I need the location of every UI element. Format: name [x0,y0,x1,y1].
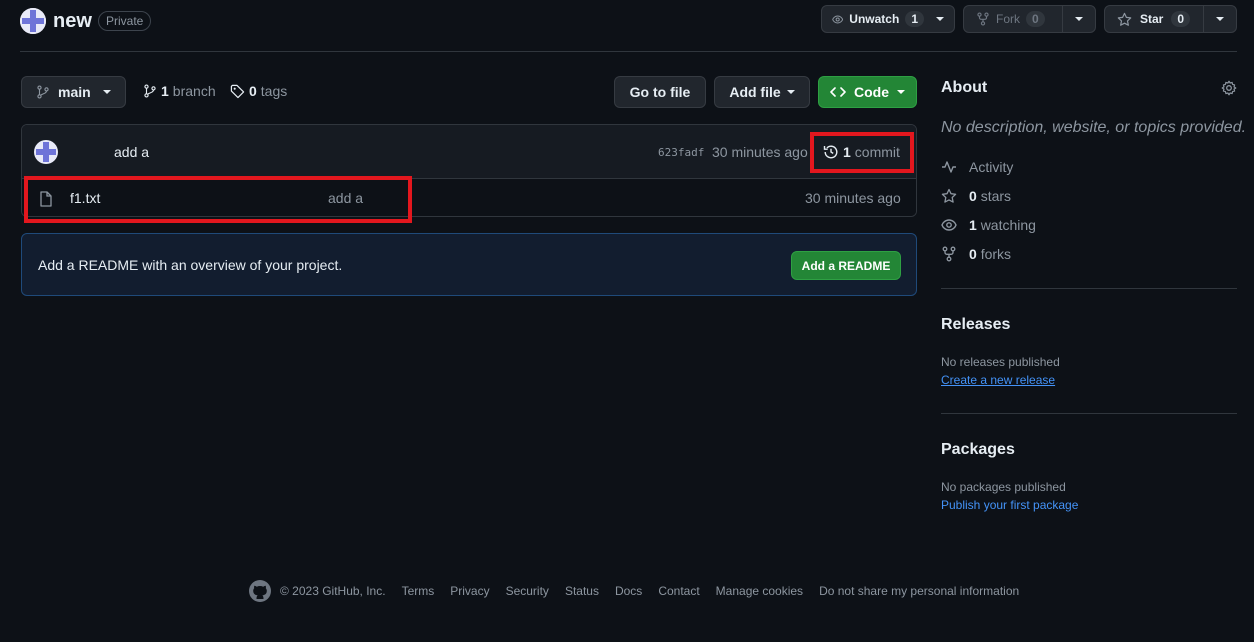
table-row[interactable]: f1.txt add a 30 minutes ago [22,179,916,216]
gear-icon[interactable] [1221,80,1237,96]
star-count: 0 [1171,11,1191,27]
watching-count: 1 [969,217,977,233]
pulse-icon [942,161,956,173]
latest-commit-row: add a 623fadf 30 minutes ago 1 commit [22,125,916,179]
packages-title[interactable]: Packages [941,441,1015,459]
publish-package-link[interactable]: Publish your first package [941,498,1078,512]
commit-hash[interactable]: 623fadf [658,146,704,159]
watch-count: 1 [905,11,924,27]
file-list-box: add a 623fadf 30 minutes ago 1 commit f1… [21,124,917,217]
branch-icon [144,84,156,98]
fork-icon [942,246,956,262]
fork-label: Fork [996,12,1020,26]
visibility-badge: Private [98,11,152,31]
footer-link-status[interactable]: Status [565,584,599,598]
tag-count: 0 [249,83,257,99]
identicon-icon [20,8,46,34]
tags-link[interactable]: 0 tags [230,83,287,99]
footer-link-terms[interactable]: Terms [402,584,435,598]
code-button[interactable]: Code [818,76,917,108]
code-icon [830,87,846,97]
branch-text: branch [172,83,216,99]
create-release-link[interactable]: Create a new release [941,373,1055,387]
file-icon [40,191,52,207]
footer-copyright: © 2023 GitHub, Inc. [280,584,386,598]
tag-icon [230,84,245,98]
star-icon [941,188,957,203]
commit-count: 1 [843,144,851,160]
latest-commit-message[interactable]: add a [114,144,149,160]
commits-link[interactable]: 1 commit [823,144,900,160]
history-icon [823,145,838,159]
add-readme-button[interactable]: Add a README [791,251,901,280]
eye-icon [832,14,844,24]
code-label: Code [854,84,889,100]
latest-commit-time: 30 minutes ago [712,144,808,160]
unwatch-label: Unwatch [849,12,900,26]
star-label: Star [1140,12,1164,26]
about-description: No description, website, or topics provi… [941,119,1247,136]
branches-link[interactable]: 1 branch [143,83,216,99]
star-button[interactable]: Star 0 [1104,5,1204,33]
footer-link-security[interactable]: Security [506,584,549,598]
file-commit-time: 30 minutes ago [805,190,901,206]
footer-link-privacy[interactable]: Privacy [450,584,489,598]
committer-avatar[interactable] [34,140,58,164]
commit-text: commit [854,144,900,160]
chevron-down-icon [786,90,795,94]
activity-link[interactable]: Activity [941,159,1013,175]
identicon-icon [34,140,58,164]
sidebar-divider [941,288,1237,289]
chevron-down-icon [897,90,905,94]
add-file-label: Add file [729,84,781,100]
branch-icon [37,85,49,99]
readme-banner: Add a README with an overview of your pr… [21,233,917,296]
watching-text: watching [980,217,1036,233]
star-icon [1117,12,1132,26]
star-dropdown-button[interactable] [1203,5,1237,33]
footer: © 2023 GitHub, Inc. Terms Privacy Securi… [248,579,1019,603]
chevron-down-icon [936,17,944,21]
activity-label: Activity [969,159,1014,175]
header-divider [20,51,1237,52]
fork-button[interactable]: Fork 0 [963,5,1063,33]
github-logo-icon[interactable] [248,579,272,603]
branch-label: main [58,84,91,100]
tag-text: tags [260,83,288,99]
fork-count: 0 [1026,11,1045,27]
forks-count: 0 [969,246,977,262]
sidebar-divider [941,413,1237,414]
add-file-button[interactable]: Add file [714,76,810,108]
watchers-link[interactable]: 1 watching [941,217,1036,233]
stars-text: stars [980,188,1012,204]
releases-title[interactable]: Releases [941,316,1010,334]
about-title: About [941,79,988,96]
go-to-file-button[interactable]: Go to file [614,76,706,108]
footer-link-do-not-share[interactable]: Do not share my personal information [819,584,1019,598]
file-commit-message[interactable]: add a [328,190,363,206]
forks-link[interactable]: 0 forks [941,246,1011,262]
fork-icon [977,12,989,26]
releases-empty-text: No releases published [941,355,1060,369]
chevron-down-icon [1216,17,1224,21]
stars-link[interactable]: 0 stars [941,188,1011,204]
branch-count: 1 [161,83,169,99]
chevron-down-icon [102,90,111,94]
footer-link-contact[interactable]: Contact [658,584,699,598]
repo-name[interactable]: new [53,10,92,33]
readme-banner-text: Add a README with an overview of your pr… [38,257,343,273]
footer-link-manage-cookies[interactable]: Manage cookies [716,584,803,598]
fork-dropdown-button[interactable] [1062,5,1096,33]
packages-empty-text: No packages published [941,480,1066,494]
forks-text: forks [980,246,1012,262]
eye-icon [941,219,957,231]
chevron-down-icon [1075,17,1083,21]
file-name-link[interactable]: f1.txt [70,190,100,206]
branch-select-button[interactable]: main [21,76,126,108]
stars-count: 0 [969,188,977,204]
footer-link-docs[interactable]: Docs [615,584,642,598]
repo-avatar [20,8,46,34]
unwatch-button[interactable]: Unwatch 1 [821,5,955,33]
